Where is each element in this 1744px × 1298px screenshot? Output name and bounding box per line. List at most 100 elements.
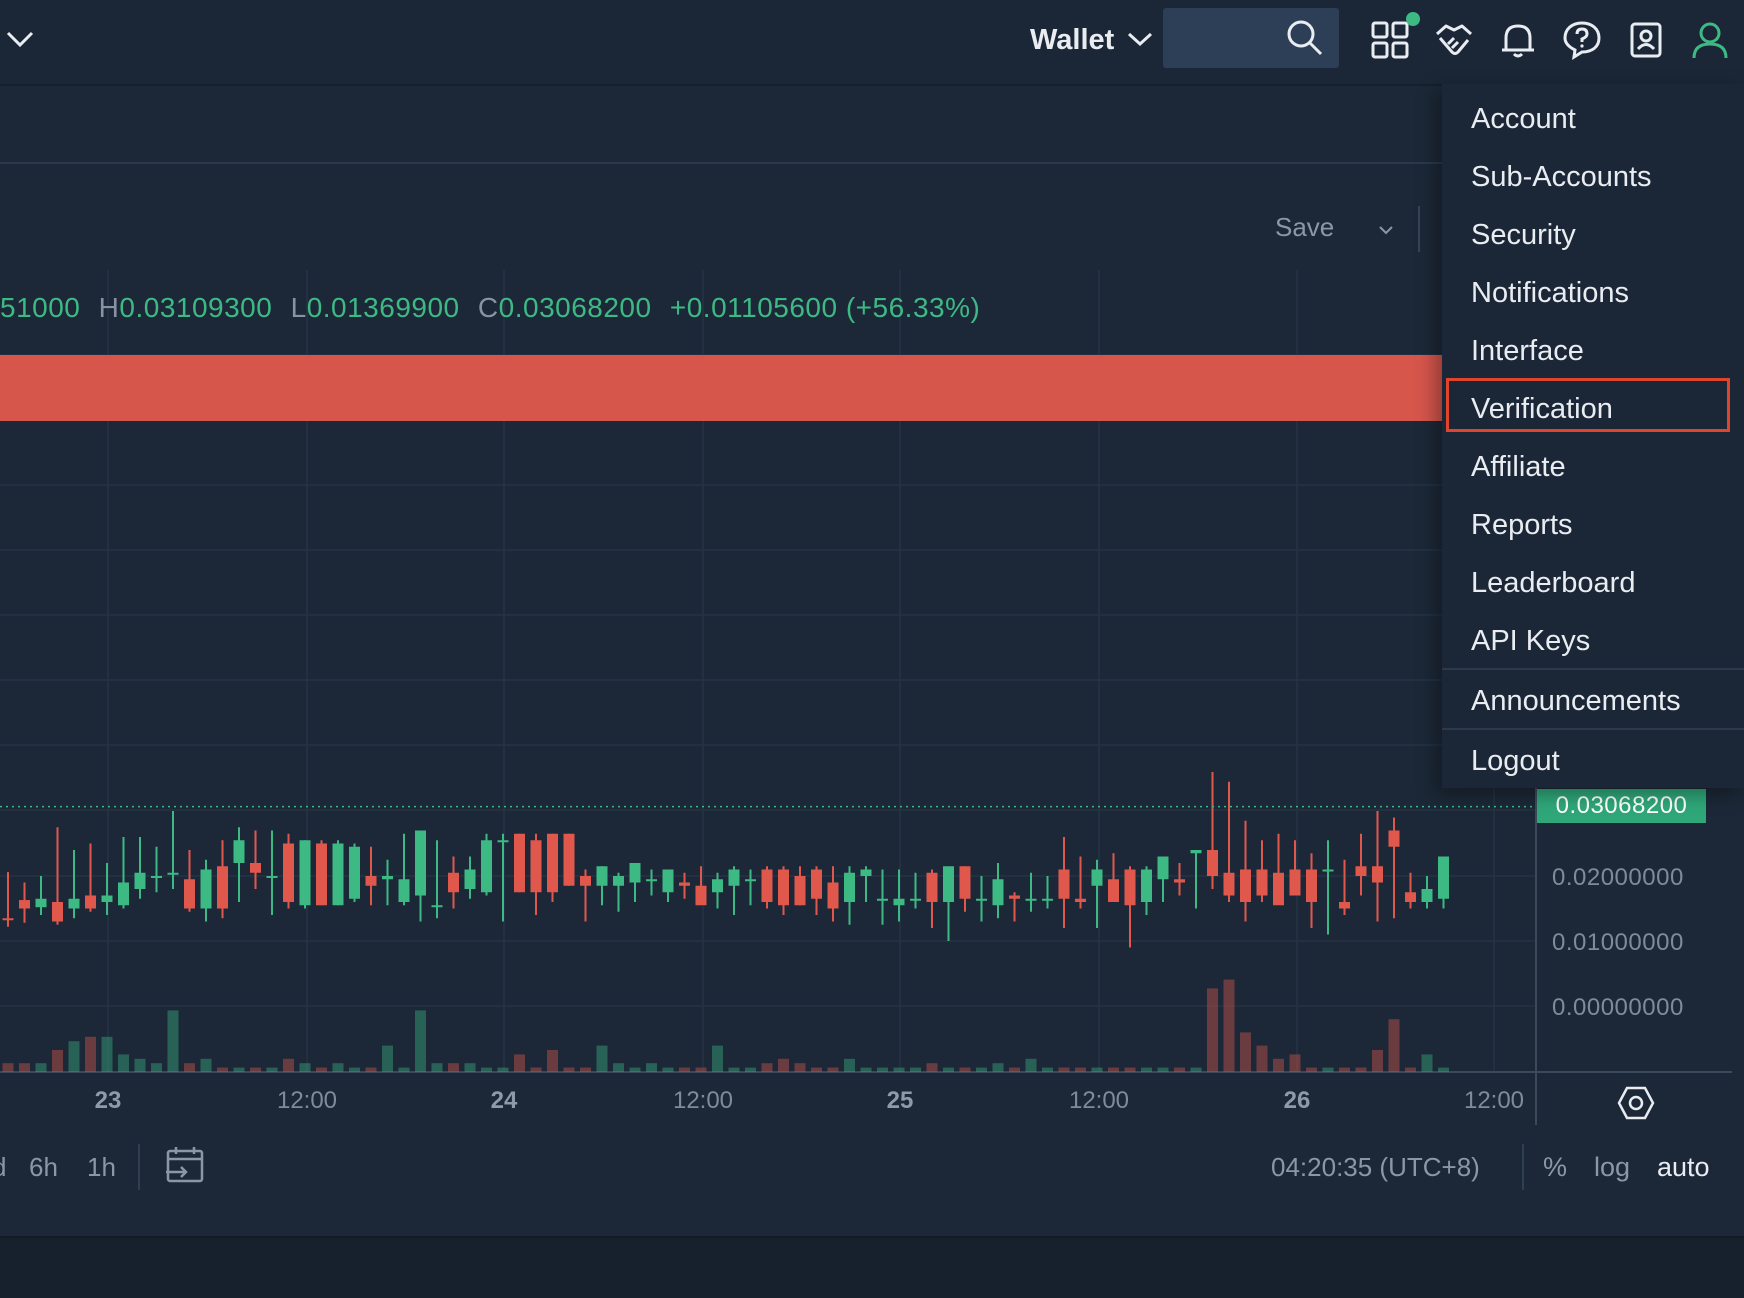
volume-bar bbox=[811, 1067, 822, 1072]
notification-dot bbox=[1406, 12, 1420, 26]
candle-body bbox=[547, 833, 558, 893]
candle-body bbox=[761, 869, 773, 902]
volume-bar bbox=[151, 1063, 162, 1072]
candle-body bbox=[811, 869, 822, 899]
menu-item-notifications[interactable]: Notifications bbox=[1442, 264, 1744, 322]
date-range-icon[interactable] bbox=[164, 1144, 206, 1191]
change-value: +0.01105600 (+56.33%) bbox=[669, 292, 981, 323]
candle-body bbox=[1190, 850, 1202, 854]
menu-item-logout[interactable]: Logout bbox=[1442, 732, 1744, 790]
volume-bar bbox=[1207, 988, 1218, 1072]
menu-item-affiliate[interactable]: Affiliate bbox=[1442, 438, 1744, 496]
volume-bar bbox=[448, 1063, 459, 1072]
chevron-down-icon[interactable] bbox=[2, 24, 38, 59]
candle-body bbox=[382, 876, 393, 880]
percent-toggle[interactable]: % bbox=[1543, 1152, 1567, 1183]
volume-bar bbox=[1075, 1067, 1086, 1072]
volume-bar bbox=[283, 1058, 294, 1072]
candle-body bbox=[1042, 898, 1053, 901]
time-axis-label: 26 bbox=[1283, 1087, 1311, 1114]
candle-body bbox=[35, 898, 47, 908]
volume-bar bbox=[1322, 1067, 1334, 1072]
candle-body bbox=[679, 882, 690, 886]
timeframe-button[interactable]: 1h bbox=[87, 1152, 116, 1183]
candle-body bbox=[316, 843, 327, 906]
search-input[interactable] bbox=[1163, 8, 1287, 70]
candle-body bbox=[1256, 869, 1268, 896]
volume-bar bbox=[1388, 1019, 1400, 1072]
candle-body bbox=[448, 872, 459, 893]
volume-bar bbox=[118, 1054, 129, 1072]
top-bar: Wallet bbox=[0, 0, 1744, 86]
search-icon[interactable] bbox=[1285, 18, 1325, 63]
volume-bar bbox=[959, 1067, 971, 1072]
volume-bar bbox=[514, 1054, 525, 1072]
volume-bar bbox=[1223, 979, 1235, 1072]
menu-item-sub-accounts[interactable]: Sub-Accounts bbox=[1442, 148, 1744, 206]
candle-body bbox=[514, 833, 525, 893]
candle-body bbox=[167, 872, 179, 875]
candle-body bbox=[794, 876, 806, 906]
help-icon[interactable] bbox=[1558, 16, 1606, 64]
volume-bar bbox=[580, 1067, 591, 1072]
candle-body bbox=[2, 918, 14, 921]
volume-bar bbox=[101, 1036, 113, 1072]
volume-bar bbox=[1091, 1067, 1103, 1072]
candle-body bbox=[563, 833, 575, 886]
handshake-icon[interactable] bbox=[1430, 16, 1478, 64]
volume-bar bbox=[679, 1067, 690, 1072]
menu-item-leaderboard[interactable]: Leaderboard bbox=[1442, 554, 1744, 612]
candle-body bbox=[860, 869, 872, 876]
candle-body bbox=[464, 869, 476, 889]
volume-bar bbox=[464, 1063, 476, 1072]
volume-bar bbox=[217, 1067, 228, 1072]
timeframe-button[interactable]: 6h bbox=[29, 1152, 58, 1183]
candle-body bbox=[712, 879, 723, 893]
volume-bar bbox=[1025, 1058, 1037, 1072]
time-axis-label: 25 bbox=[886, 1087, 914, 1114]
menu-item-security[interactable]: Security bbox=[1442, 206, 1744, 264]
menu-item-verification[interactable]: Verification bbox=[1442, 380, 1744, 438]
volume-bar bbox=[1141, 1067, 1152, 1072]
candle-body bbox=[1223, 872, 1235, 896]
settings-icon[interactable] bbox=[1617, 1084, 1655, 1122]
menu-item-interface[interactable]: Interface bbox=[1442, 322, 1744, 380]
volume-bar bbox=[1339, 1067, 1350, 1072]
volume-bar bbox=[646, 1063, 657, 1072]
candle-body bbox=[217, 866, 228, 909]
menu-item-account[interactable]: Account bbox=[1442, 90, 1744, 148]
volume-bar bbox=[233, 1067, 245, 1072]
candle-body bbox=[844, 872, 855, 902]
search-box[interactable] bbox=[1163, 8, 1339, 70]
volume-bar bbox=[1042, 1067, 1053, 1072]
volume-bar bbox=[1240, 1032, 1251, 1072]
volume-bar bbox=[1372, 1050, 1383, 1072]
wallet-menu[interactable]: Wallet bbox=[1030, 18, 1154, 62]
candle-body bbox=[1273, 872, 1284, 906]
volume-bar bbox=[1124, 1067, 1136, 1072]
user-icon[interactable] bbox=[1686, 16, 1734, 64]
ohlc-legend: 51000 H0.03109300 L0.01369900 C0.0306820… bbox=[0, 292, 980, 324]
candle-body bbox=[530, 840, 542, 893]
bell-icon[interactable] bbox=[1494, 16, 1542, 64]
close-value: 0.03068200 bbox=[498, 292, 652, 323]
log-toggle[interactable]: log bbox=[1594, 1152, 1630, 1183]
menu-item-announcements[interactable]: Announcements bbox=[1442, 672, 1744, 730]
volume-bar bbox=[68, 1041, 80, 1072]
candle-body bbox=[1141, 869, 1152, 902]
timeframe-button[interactable]: d bbox=[0, 1152, 6, 1183]
auto-toggle[interactable]: auto bbox=[1657, 1152, 1710, 1183]
candle-body bbox=[613, 876, 624, 886]
time-axis-label: 12:00 bbox=[1068, 1087, 1130, 1114]
low-value: 0.01369900 bbox=[306, 292, 460, 323]
menu-item-reports[interactable]: Reports bbox=[1442, 496, 1744, 554]
volume-bar bbox=[431, 1063, 443, 1072]
candle-body bbox=[778, 869, 789, 906]
close-key: C bbox=[477, 292, 499, 323]
volume-bar bbox=[52, 1050, 63, 1072]
candle-body bbox=[415, 830, 426, 896]
candle-body bbox=[877, 898, 888, 901]
menu-item-api-keys[interactable]: API Keys bbox=[1442, 612, 1744, 670]
contacts-icon[interactable] bbox=[1622, 16, 1670, 64]
candle-body bbox=[728, 869, 740, 886]
